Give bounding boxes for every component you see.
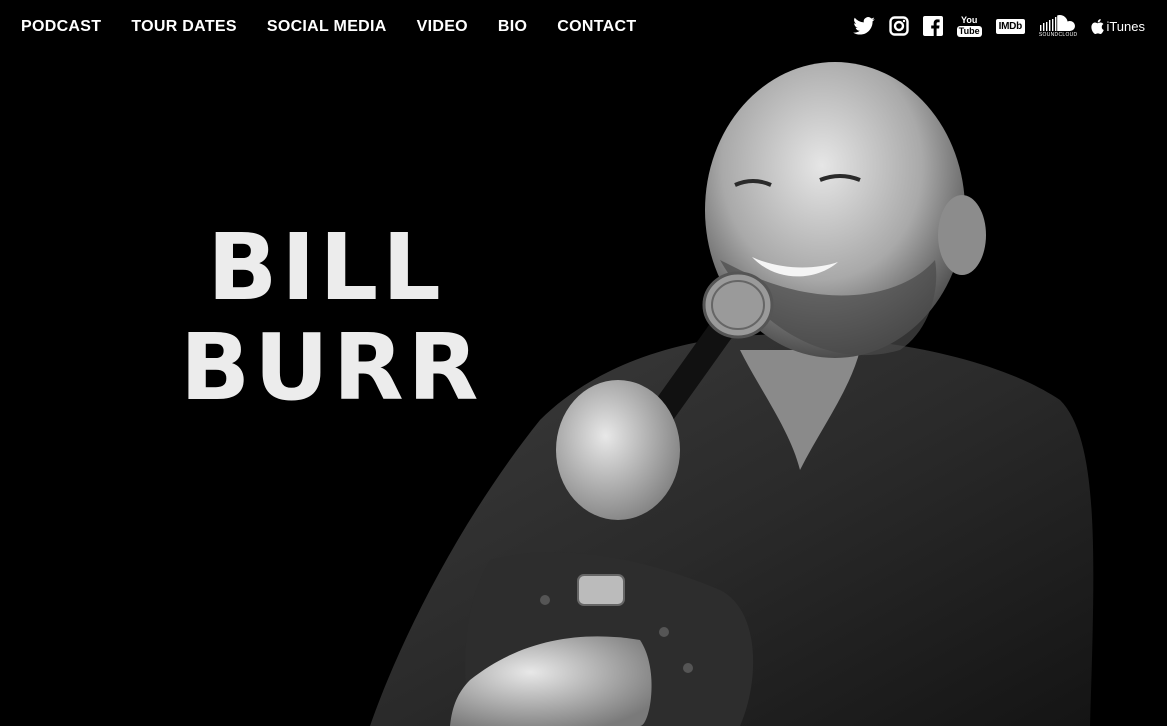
hero-title: BILL BURR bbox=[180, 214, 483, 421]
youtube-tube-text: Tube bbox=[956, 25, 982, 37]
imdb-text: IMDb bbox=[995, 18, 1025, 34]
title-last-name: BURR bbox=[180, 314, 483, 421]
soundcloud-label: SOUNDCLOUD bbox=[1038, 31, 1078, 38]
facebook-icon[interactable] bbox=[922, 16, 943, 36]
nav-contact[interactable]: CONTACT bbox=[557, 18, 636, 36]
main-nav: PODCAST TOUR DATES SOCIAL MEDIA VIDEO BI… bbox=[21, 15, 636, 39]
title-first-name: BILL bbox=[207, 214, 445, 321]
social-links: You Tube IMDb SOUNDCLOUD iTunes bbox=[852, 9, 1145, 43]
nav-bio[interactable]: BIO bbox=[498, 18, 527, 36]
nav-video[interactable]: VIDEO bbox=[417, 18, 468, 36]
itunes-label: iTunes bbox=[1106, 18, 1145, 34]
imdb-icon[interactable]: IMDb bbox=[995, 18, 1025, 34]
youtube-you-text: You bbox=[961, 14, 978, 25]
hero-photo bbox=[370, 62, 1094, 726]
youtube-icon[interactable]: You Tube bbox=[956, 14, 982, 37]
itunes-icon[interactable]: iTunes bbox=[1091, 18, 1145, 34]
nav-tour-dates[interactable]: TOUR DATES bbox=[131, 18, 237, 36]
soundcloud-icon[interactable]: SOUNDCLOUD bbox=[1038, 14, 1078, 38]
twitter-icon[interactable] bbox=[852, 17, 875, 35]
nav-social-media[interactable]: SOCIAL MEDIA bbox=[267, 18, 387, 36]
instagram-icon[interactable] bbox=[889, 16, 909, 36]
nav-podcast[interactable]: PODCAST bbox=[21, 18, 101, 36]
